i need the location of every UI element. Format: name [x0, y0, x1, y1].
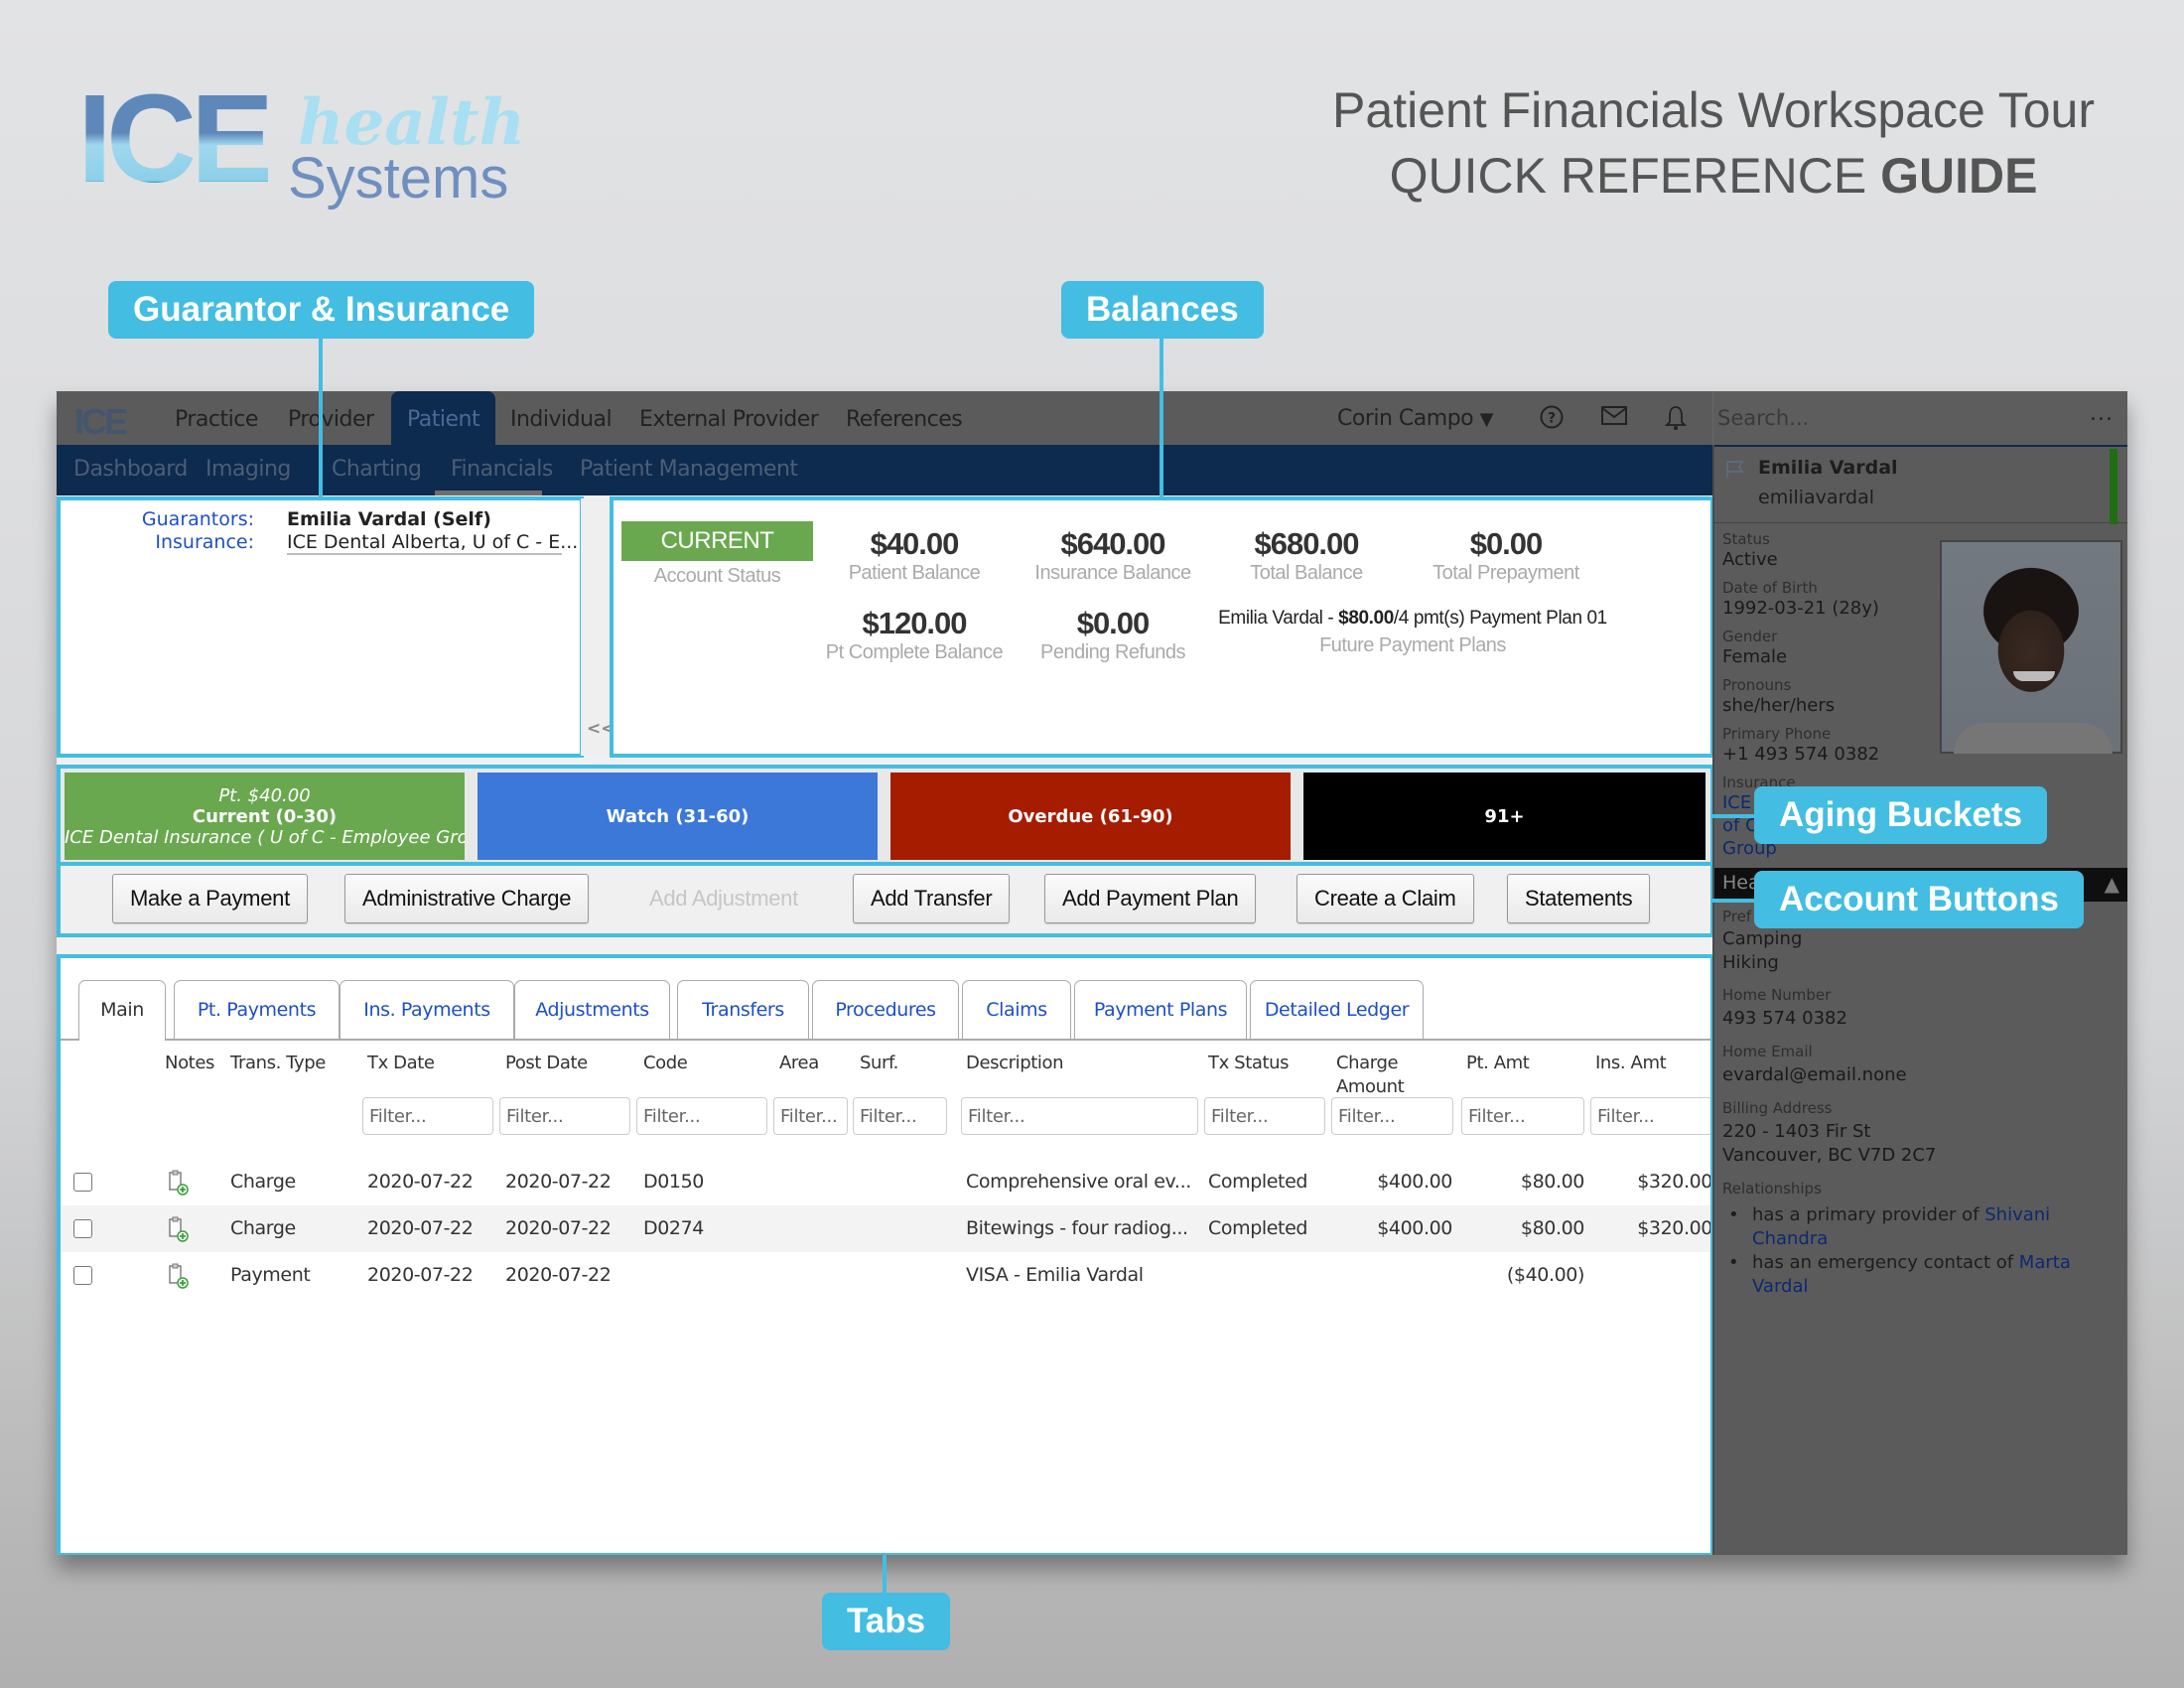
callout-connector — [1711, 814, 1755, 818]
sub-navigation-bar: Dashboard Imaging Charting Financials Pa… — [57, 445, 1712, 495]
callout-connector — [319, 339, 323, 498]
bell-icon[interactable] — [1662, 404, 1690, 432]
home-email-label: Home Email — [1722, 1043, 1813, 1060]
preference-item: Hiking — [1722, 952, 1779, 973]
insurance-link-line1[interactable]: ICE — [1722, 791, 1751, 815]
help-icon[interactable]: ? — [1538, 404, 1566, 432]
gender-label: Gender — [1722, 628, 1778, 645]
relationships-list: has a primary provider of Shivani Chandr… — [1722, 1203, 2110, 1299]
primary-phone-value: +1 493 574 0382 — [1722, 744, 1880, 765]
ice-logo-icon[interactable]: ICE — [74, 401, 128, 443]
relationship-item: has an emergency contact of Marta Vardal — [1722, 1251, 2110, 1299]
guide-title-line2: QUICK REFERENCE GUIDE — [1332, 143, 2095, 209]
relationship-item: has a primary provider of Shivani Chandr… — [1722, 1203, 2110, 1251]
svg-text:?: ? — [1548, 411, 1556, 427]
callout-guarantor-insurance: Guarantor & Insurance — [108, 281, 535, 339]
guide-title-bold: GUIDE — [1880, 148, 2038, 204]
preference-item: Camping — [1722, 928, 1803, 949]
account-buttons-highlight — [57, 862, 1714, 937]
logo-systems-text: Systems — [288, 146, 509, 211]
guide-title: Patient Financials Workspace Tour QUICK … — [1332, 77, 2095, 209]
preferences-label: Pref — [1722, 908, 1752, 925]
primary-phone-label: Primary Phone — [1722, 725, 1832, 743]
nav-individual[interactable]: Individual — [510, 391, 613, 445]
top-navigation-bar: ICE Practice Provider Patient Individual… — [57, 391, 1712, 445]
nav-patient[interactable]: Patient — [391, 391, 496, 445]
pronouns-label: Pronouns — [1722, 676, 1792, 694]
home-email-value: evardal@email.none — [1722, 1064, 1907, 1085]
patient-name: Emilia Vardal — [1758, 457, 1898, 479]
nav-external-provider[interactable]: External Provider — [639, 391, 819, 445]
relationships-label: Relationships — [1722, 1180, 1822, 1197]
aging-highlight — [57, 765, 1714, 866]
collapse-panel-button[interactable]: << — [581, 498, 615, 756]
status-label: Status — [1722, 530, 1770, 548]
billing-address-line1: 220 - 1403 Fir St — [1722, 1121, 1871, 1142]
callout-connector — [1160, 339, 1163, 498]
tab-main[interactable]: Main — [78, 980, 166, 1041]
app-window: ICE Practice Provider Patient Individual… — [57, 391, 2127, 1555]
patient-sidebar: Emilia Vardal emiliavardal Status Active… — [1712, 445, 2127, 1555]
more-options-icon[interactable]: ... — [2090, 401, 2114, 426]
callout-tabs: Tabs — [822, 1593, 951, 1650]
subnav-dashboard[interactable]: Dashboard — [73, 445, 188, 495]
user-name: Corin Campo — [1337, 406, 1474, 431]
callout-connector — [1711, 899, 1755, 903]
subnav-patient-management[interactable]: Patient Management — [580, 445, 798, 495]
flag-icon[interactable] — [1724, 459, 1746, 484]
status-value: Active — [1722, 549, 1778, 570]
patient-username: emiliavardal — [1758, 487, 1875, 508]
pronouns-value: she/her/hers — [1722, 695, 1836, 716]
billing-address-label: Billing Address — [1722, 1099, 1833, 1117]
status-indicator — [2110, 449, 2117, 524]
dob-label: Date of Birth — [1722, 579, 1818, 597]
dob-value: 1992-03-21 (28y) — [1722, 598, 1879, 619]
relationship-text: has a primary provider of — [1752, 1204, 1985, 1225]
logo-ice-text: ICE — [77, 69, 274, 209]
search-area: ... — [1712, 391, 2127, 445]
chevron-down-icon: ▼ — [1479, 409, 1494, 430]
guide-title-normal: QUICK REFERENCE — [1389, 148, 1867, 204]
photo-detail — [2013, 671, 2055, 681]
guarantor-highlight — [57, 496, 584, 758]
callout-connector — [883, 1553, 887, 1595]
guide-title-line1: Patient Financials Workspace Tour — [1332, 82, 2095, 138]
subnav-imaging[interactable]: Imaging — [205, 445, 291, 495]
nav-references[interactable]: References — [846, 391, 963, 445]
search-input[interactable] — [1713, 399, 2051, 437]
ice-health-systems-logo: ICE health Systems — [77, 69, 525, 211]
home-number-value: 493 574 0382 — [1722, 1008, 1847, 1029]
callout-balances: Balances — [1061, 281, 1264, 339]
callout-account-buttons: Account Buttons — [1754, 871, 2084, 928]
callout-aging-buckets: Aging Buckets — [1754, 786, 2048, 844]
subnav-financials[interactable]: Financials — [451, 445, 553, 495]
mail-icon[interactable] — [1600, 404, 1628, 432]
photo-detail — [1954, 723, 2113, 754]
billing-address-line2: Vancouver, BC V7D 2C7 — [1722, 1145, 1937, 1166]
relationship-text: has an emergency contact of — [1752, 1252, 2019, 1273]
subnav-charting[interactable]: Charting — [332, 445, 422, 495]
patient-header: Emilia Vardal emiliavardal — [1714, 445, 2127, 524]
gender-value: Female — [1722, 646, 1788, 667]
subnav-active-indicator — [435, 491, 542, 495]
patient-photo — [1940, 540, 2122, 754]
collapse-up-icon[interactable]: ▲ — [2105, 872, 2119, 896]
tabs-highlight — [57, 954, 1714, 1555]
balances-highlight — [610, 496, 1714, 758]
nav-provider[interactable]: Provider — [288, 391, 374, 445]
nav-practice[interactable]: Practice — [175, 391, 258, 445]
user-menu[interactable]: Corin Campo ▼ — [1337, 391, 1493, 445]
home-number-label: Home Number — [1722, 986, 1832, 1004]
